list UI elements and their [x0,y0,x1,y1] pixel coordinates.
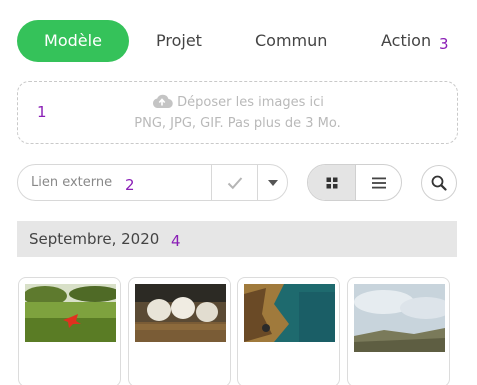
confirm-link-button[interactable] [211,165,257,200]
tab-commun[interactable]: Commun [255,20,327,62]
cloud-upload-icon [151,94,173,113]
tab-projet[interactable]: Projet [156,20,202,62]
search-button[interactable] [421,165,457,201]
checkmark-icon [227,176,242,189]
annotation-marker-3: 3 [439,35,449,53]
grid-view-button[interactable] [308,165,355,200]
annotation-marker-1: 1 [37,103,47,121]
image-thumbnail[interactable] [128,277,231,385]
tab-bar: Modèle Projet Commun Action [17,20,467,62]
image-thumbnail[interactable] [18,277,121,385]
coast-aerial-photo [244,284,335,342]
meadow-photo [25,284,116,342]
annotation-marker-4: 4 [171,232,181,250]
chevron-down-icon [268,179,278,186]
image-dropzone[interactable]: Déposer les images ici PNG, JPG, GIF. Pa… [17,81,458,144]
dropzone-hint: PNG, JPG, GIF. Pas plus de 3 Mo. [134,116,341,131]
image-thumbnail[interactable] [347,277,450,385]
external-link-group [17,164,288,201]
external-link-input[interactable] [18,165,211,200]
view-mode-toggle [307,164,402,201]
pumpkins-photo [135,284,226,342]
annotation-marker-2: 2 [125,176,135,194]
month-group-header: Septembre, 2020 [17,221,457,257]
cloudy-landscape-photo [354,284,445,352]
link-options-dropdown[interactable] [257,165,287,200]
grid-icon [326,177,337,188]
list-icon [372,177,386,188]
list-view-button[interactable] [355,165,401,200]
dropzone-title: Déposer les images ici [177,95,324,110]
tab-modele[interactable]: Modèle [17,20,129,62]
search-icon [431,175,447,191]
tab-action[interactable]: Action [381,20,431,62]
image-thumbnail[interactable] [237,277,340,385]
month-label: Septembre, 2020 [29,230,160,248]
